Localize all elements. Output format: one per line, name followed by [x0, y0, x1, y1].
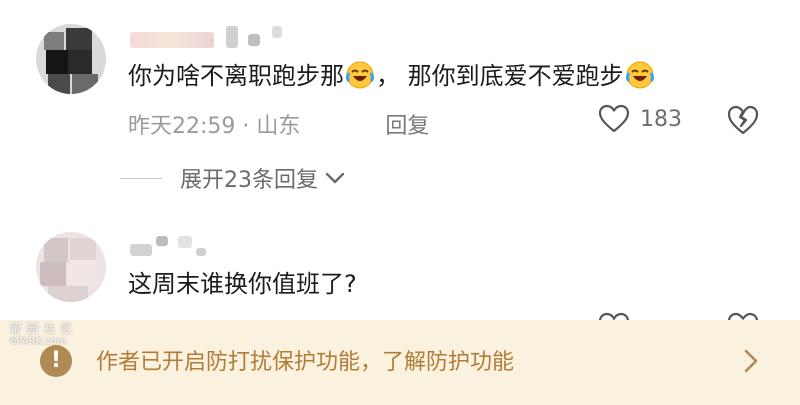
divider — [120, 177, 162, 179]
username-blurred — [272, 26, 282, 38]
watermark-logo: 留园社区 — [10, 322, 78, 335]
comment-text-part: 你为啥不离职跑步那 — [128, 62, 344, 90]
expand-replies-label: 展开23条回复 — [180, 168, 318, 193]
watermark: 留园社区 6PARK.com — [10, 322, 78, 348]
username-blurred — [156, 236, 168, 246]
chevron-right-icon[interactable] — [740, 347, 762, 375]
heart-icon — [598, 104, 630, 133]
expand-replies-button[interactable]: 展开23条回复 — [120, 162, 346, 194]
protection-notice-banner[interactable]: ! 作者已开启防打扰保护功能，了解防护功能 — [0, 320, 800, 405]
comment-meta: 昨天22:59 · 山东 回复 — [128, 108, 429, 140]
warning-icon: ! — [40, 345, 72, 377]
username-blurred — [178, 236, 192, 248]
like-button[interactable]: 183 — [598, 104, 682, 134]
like-count: 183 — [640, 106, 682, 132]
reply-button[interactable]: 回复 — [385, 114, 429, 139]
chevron-down-icon — [325, 172, 345, 184]
meta-separator: · — [242, 114, 250, 139]
username-blurred[interactable] — [130, 244, 152, 256]
comment-text-part: ， 那你到底爱不爱跑步 — [376, 62, 624, 90]
comment-time: 昨天22:59 — [128, 114, 236, 139]
protection-notice-text: 作者已开启防打扰保护功能，了解防护功能 — [96, 350, 515, 375]
username-blurred[interactable] — [130, 32, 214, 48]
comment-location: 山东 — [256, 114, 301, 139]
watermark-url: 6PARK.com — [10, 336, 67, 347]
avatar[interactable] — [36, 232, 106, 302]
username-blurred — [248, 34, 260, 46]
rofl-emoji-icon — [346, 61, 374, 89]
avatar[interactable] — [36, 24, 106, 94]
comment-text: 这周末谁换你值班了? — [128, 270, 357, 298]
comment-text: 你为啥不离职跑步那 ， 那你到底爱不爱跑步 — [128, 60, 656, 92]
username-blurred — [226, 26, 238, 48]
username-blurred — [196, 248, 206, 256]
rofl-emoji-icon — [625, 61, 654, 89]
broken-heart-icon[interactable] — [726, 104, 760, 136]
